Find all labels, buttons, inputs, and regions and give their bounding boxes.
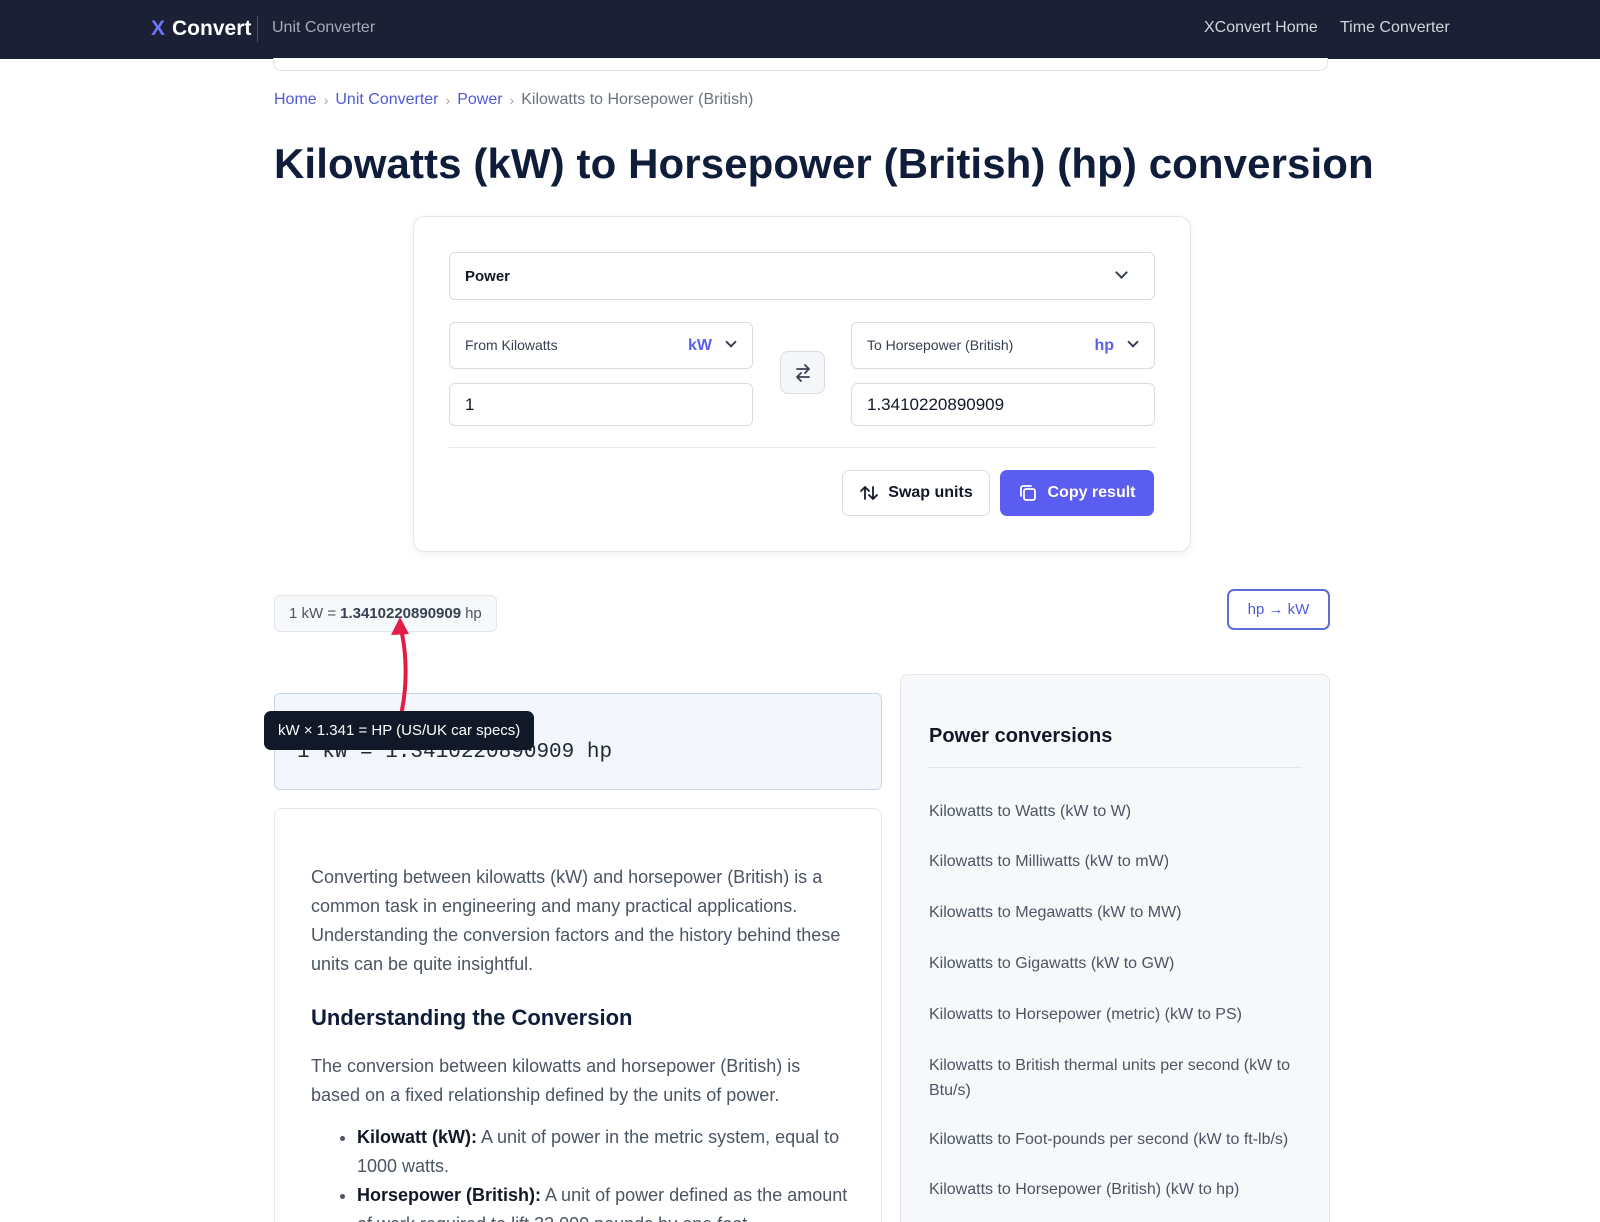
from-unit-label: From Kilowatts: [465, 337, 558, 353]
sidebar-link[interactable]: Kilowatts to Milliwatts (kW to mW): [929, 849, 1299, 874]
breadcrumb-current: Kilowatts to Horsepower (British): [521, 91, 754, 108]
sidebar-link[interactable]: Kilowatts to Watts (kW to W): [929, 799, 1299, 824]
annotation-tooltip: kW × 1.341 = HP (US/UK car specs): [264, 711, 535, 750]
article-paragraph: The conversion between kilowatts and hor…: [311, 1056, 801, 1105]
breadcrumb: Home › Unit Converter › Power › Kilowatt…: [274, 91, 753, 109]
brand-divider: [257, 16, 258, 42]
copy-result-label: Copy result: [1047, 484, 1136, 501]
chevron-down-icon: [1115, 266, 1128, 279]
breadcrumb-unit-converter[interactable]: Unit Converter: [335, 91, 438, 109]
from-unit-select[interactable]: From Kilowatts kW: [449, 322, 753, 369]
brand-x: X: [151, 17, 166, 40]
brand-subtitle: Unit Converter: [272, 19, 376, 36]
sidebar-link-list: Kilowatts to Watts (kW to W) Kilowatts t…: [929, 799, 1299, 1202]
article-heading: Understanding the Conversion: [311, 1005, 633, 1030]
to-value-output[interactable]: [851, 383, 1155, 426]
breadcrumb-separator-icon: ›: [323, 92, 329, 108]
copy-result-button[interactable]: Copy result: [1000, 470, 1154, 516]
article-list: Kilowatt (kW): A unit of power in the me…: [357, 1123, 857, 1222]
chevron-down-icon: [725, 336, 737, 348]
top-strip: [273, 58, 1328, 71]
list-item-term: Horsepower (British):: [357, 1185, 542, 1205]
breadcrumb-separator-icon: ›: [509, 92, 515, 108]
swap-arrows-icon: [795, 363, 810, 382]
breadcrumb-power[interactable]: Power: [457, 91, 502, 109]
sidebar-link[interactable]: Kilowatts to Foot-pounds per second (kW …: [929, 1127, 1299, 1152]
from-unit-abbr: kW: [688, 337, 712, 354]
list-item: Horsepower (British): A unit of power de…: [357, 1181, 857, 1222]
list-item-term: Kilowatt (kW):: [357, 1127, 477, 1147]
sidebar-link[interactable]: Kilowatts to Megawatts (kW to MW): [929, 900, 1299, 925]
from-value-input[interactable]: [449, 383, 753, 426]
reverse-conversion-link[interactable]: hp → kW: [1227, 589, 1330, 630]
chevron-down-icon: [1127, 336, 1139, 348]
swap-direction-button[interactable]: [780, 351, 825, 394]
copy-icon: [1020, 485, 1037, 501]
to-unit-label: To Horsepower (British): [867, 337, 1014, 353]
article-card: Converting between kilowatts (kW) and ho…: [274, 808, 882, 1222]
converter-card: Power From Kilowatts kW To Horsepower (B…: [413, 216, 1191, 552]
category-select[interactable]: Power: [449, 252, 1155, 300]
result-suffix: hp: [465, 605, 482, 622]
brand-name: Convert: [172, 17, 252, 40]
breadcrumb-home[interactable]: Home: [274, 91, 317, 109]
divider: [449, 447, 1155, 448]
divider: [929, 767, 1302, 768]
page-title: Kilowatts (kW) to Horsepower (British) (…: [274, 140, 1374, 187]
article-intro: Converting between kilowatts (kW) and ho…: [311, 867, 841, 974]
nav-link-time-converter[interactable]: Time Converter: [1340, 19, 1450, 37]
swap-vertical-icon: [860, 486, 879, 500]
sidebar-power-conversions: Power conversions Kilowatts to Watts (kW…: [900, 674, 1330, 1222]
top-nav: X Convert Unit Converter XConvert Home T…: [0, 0, 1600, 59]
sidebar-link[interactable]: Kilowatts to Gigawatts (kW to GW): [929, 951, 1299, 976]
swap-units-button[interactable]: Swap units: [842, 470, 990, 516]
annotation-arrow-icon: [391, 617, 409, 712]
sidebar-title: Power conversions: [929, 725, 1113, 747]
sidebar-link[interactable]: Kilowatts to Horsepower (British) (kW to…: [929, 1177, 1299, 1202]
sidebar-link[interactable]: Kilowatts to British thermal units per s…: [929, 1053, 1299, 1103]
swap-units-label: Swap units: [888, 484, 973, 501]
category-value: Power: [465, 267, 511, 285]
list-item: Kilowatt (kW): A unit of power in the me…: [357, 1123, 857, 1181]
nav-link-xconvert-home[interactable]: XConvert Home: [1204, 19, 1318, 37]
to-unit-select[interactable]: To Horsepower (British) hp: [851, 322, 1155, 369]
sidebar-link[interactable]: Kilowatts to Horsepower (metric) (kW to …: [929, 1002, 1299, 1027]
result-prefix: 1 kW =: [289, 605, 337, 622]
to-unit-abbr: hp: [1094, 337, 1114, 354]
breadcrumb-separator-icon: ›: [445, 92, 451, 108]
brand-logo[interactable]: X Convert: [151, 17, 251, 41]
